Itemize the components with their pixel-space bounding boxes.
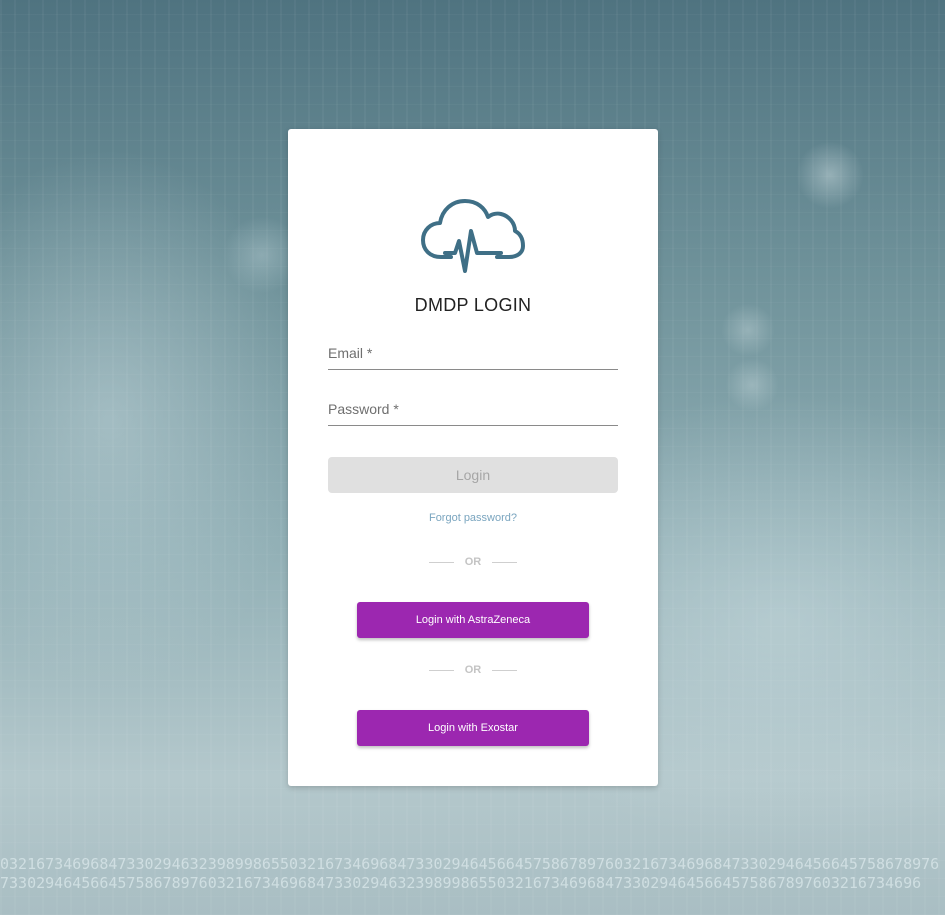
email-field-container [328, 339, 618, 370]
password-field-container [328, 395, 618, 426]
login-button[interactable]: Login [328, 457, 618, 493]
or-label: OR [464, 664, 482, 676]
background-digits-row-2: 7330294645664575867897603216734696847330… [0, 874, 922, 892]
or-divider-1: OR [288, 555, 658, 569]
login-exostar-button[interactable]: Login with Exostar [357, 710, 589, 746]
login-card: DMDP LOGIN Login Forgot password? OR Log… [288, 129, 658, 786]
or-divider-2: OR [288, 663, 658, 677]
email-field[interactable] [328, 339, 618, 367]
background-digits-row-1: 0321673469684733029463239899865503216734… [0, 855, 940, 873]
password-field[interactable] [328, 395, 618, 423]
divider-line [492, 562, 517, 563]
divider-line [492, 670, 517, 671]
cloud-heartbeat-icon [421, 199, 525, 273]
page-title: DMDP LOGIN [414, 295, 532, 315]
login-astrazeneca-button[interactable]: Login with AstraZeneca [357, 602, 589, 638]
or-label: OR [464, 556, 482, 568]
forgot-password-link[interactable]: Forgot password? [288, 512, 658, 524]
